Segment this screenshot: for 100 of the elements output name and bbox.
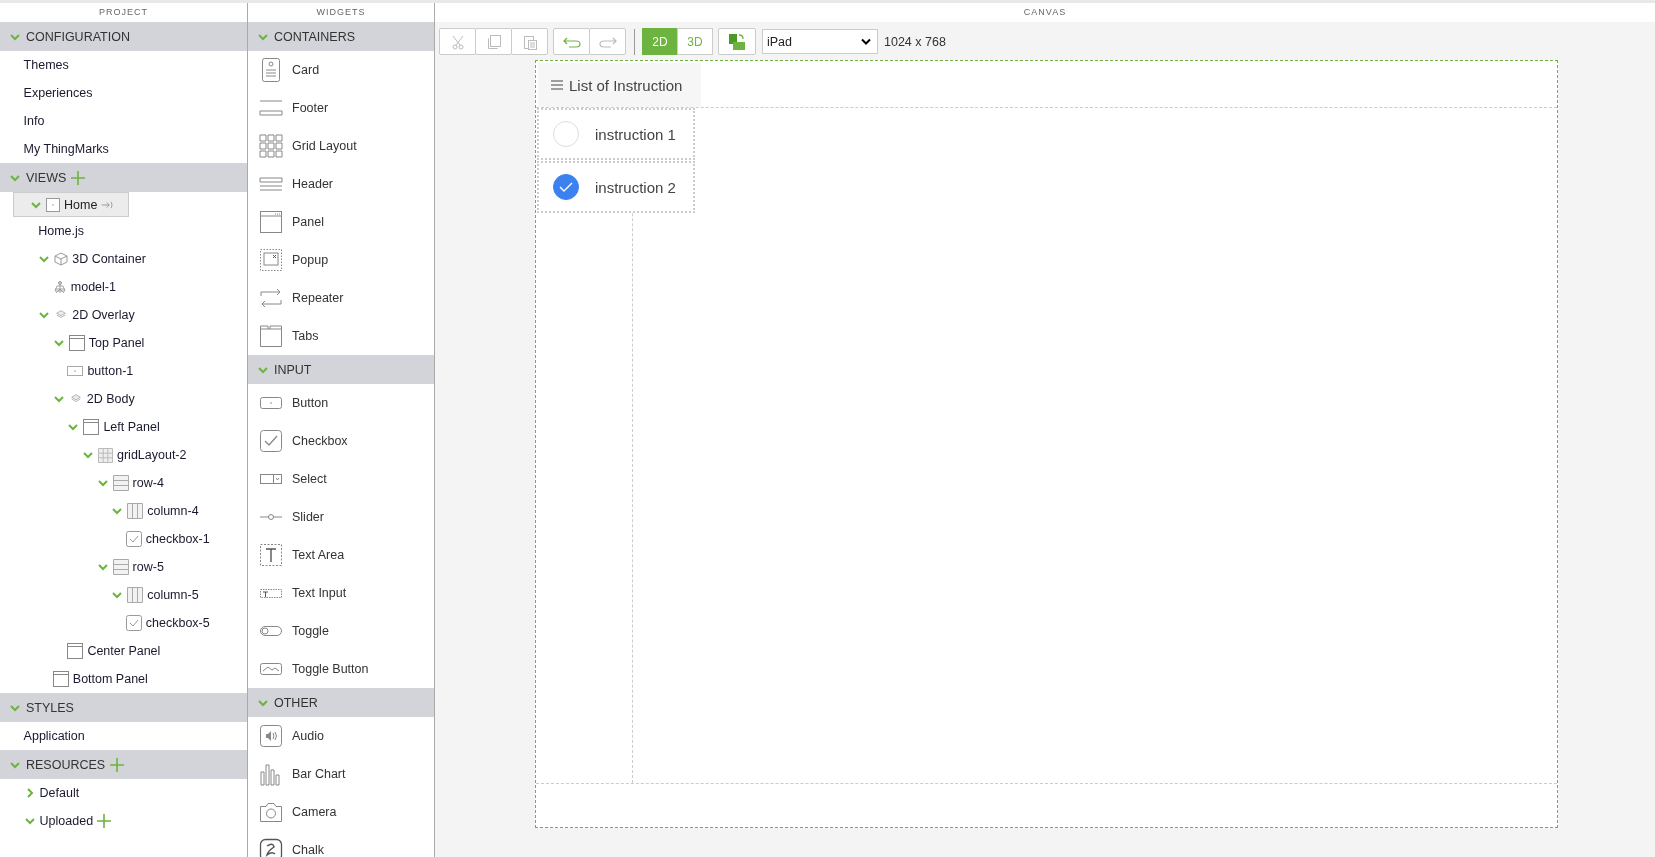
columns-icon [127, 503, 144, 519]
widget-item[interactable]: Slider [248, 498, 434, 536]
chevron-down-icon[interactable] [38, 309, 51, 321]
add-icon[interactable] [71, 170, 86, 185]
header-widget-icon [259, 177, 283, 191]
panel-title: CANVAS [435, 3, 1655, 22]
tree-item[interactable]: column-5 [0, 581, 247, 609]
widget-item[interactable]: Text Input [248, 574, 434, 612]
chalk-widget-icon [259, 838, 283, 857]
widget-item[interactable]: Audio [248, 717, 434, 755]
add-icon[interactable] [97, 814, 112, 828]
tree-item[interactable]: 2D Body [0, 385, 247, 413]
chevron-down-icon[interactable] [82, 449, 94, 461]
widget-item[interactable]: Button [248, 384, 434, 422]
widget-item[interactable]: Tabs [248, 317, 434, 355]
tree-item[interactable]: Bottom Panel [0, 665, 247, 693]
widget-item[interactable]: Repeater [248, 279, 434, 317]
panel-icon [52, 671, 69, 687]
tree-item[interactable]: column-4 [0, 497, 247, 525]
redo-icon [598, 35, 617, 48]
undo-icon [562, 35, 581, 48]
section-header[interactable]: OTHER [248, 688, 434, 717]
section-header[interactable]: CONFIGURATION [0, 22, 247, 51]
chevron-down-icon[interactable] [111, 505, 124, 517]
tree-item[interactable]: Experiences [0, 79, 247, 107]
toggle-widget-icon [259, 626, 283, 636]
widget-item[interactable]: Footer [248, 89, 434, 127]
tree-item[interactable]: button-1 [0, 357, 247, 385]
panel-icon [67, 643, 84, 659]
textarea-widget-icon [259, 543, 283, 567]
view-icon [46, 197, 60, 212]
checkbox-circle[interactable] [553, 174, 579, 200]
tree-item[interactable]: checkbox-5 [0, 609, 247, 637]
widget-item[interactable]: Toggle [248, 612, 434, 650]
repeater-widget-icon [259, 286, 283, 310]
widget-item[interactable]: Select [248, 460, 434, 498]
widget-item[interactable]: Popup [248, 241, 434, 279]
widget-item[interactable]: Chalk [248, 831, 434, 857]
tree-item[interactable]: 3D Container [0, 245, 247, 273]
tree-item[interactable]: checkbox-1 [0, 525, 247, 553]
tree-item[interactable]: Uploaded [0, 807, 247, 835]
tree-item[interactable]: Home [13, 192, 129, 217]
cube-icon [54, 252, 69, 266]
undo-button[interactable] [553, 28, 590, 55]
list-item[interactable]: instruction 1 [537, 108, 695, 160]
chevron-down-icon[interactable] [67, 421, 80, 433]
widget-item[interactable]: Camera [248, 793, 434, 831]
section-header[interactable]: RESOURCES [0, 750, 247, 779]
widget-item[interactable]: Bar Chart [248, 755, 434, 793]
textinput-widget-icon [259, 588, 283, 598]
chevron-down-icon[interactable] [52, 337, 65, 349]
tree-item[interactable]: Left Panel [0, 413, 247, 441]
chevron-down-icon[interactable] [23, 815, 36, 827]
chevron-down-icon[interactable] [111, 589, 124, 601]
device-select[interactable]: iPad [762, 29, 878, 54]
tree-item[interactable]: Default [0, 779, 247, 807]
tree-item[interactable]: Themes [0, 51, 247, 79]
widget-item[interactable]: Toggle Button [248, 650, 434, 688]
widget-item[interactable]: Panel [248, 203, 434, 241]
add-icon[interactable] [110, 757, 125, 772]
section-header[interactable]: VIEWS [0, 163, 247, 192]
grid-icon [98, 447, 113, 463]
widget-item[interactable]: Grid Layout [248, 127, 434, 165]
tree-item[interactable]: Top Panel [0, 329, 247, 357]
section-header[interactable]: CONTAINERS [248, 22, 434, 51]
widget-item[interactable]: Header [248, 165, 434, 203]
tree-item[interactable]: 2D Overlay [0, 301, 247, 329]
menu-icon[interactable] [551, 79, 563, 91]
slider-widget-icon [259, 513, 283, 521]
chevron-down-icon[interactable] [38, 253, 51, 265]
clipboard-icon [521, 33, 538, 50]
widget-item[interactable]: Checkbox [248, 422, 434, 460]
widget-item[interactable]: Card [248, 51, 434, 89]
tree-item[interactable]: gridLayout-2 [0, 441, 247, 469]
tree-item[interactable]: My ThingMarks [0, 135, 247, 163]
select-widget-icon [259, 474, 283, 484]
tree-item[interactable]: Info [0, 107, 247, 135]
item-label: instruction 2 [595, 178, 676, 196]
item-label: instruction 1 [595, 125, 676, 143]
chevron-down-icon[interactable] [96, 477, 109, 489]
orientation-button[interactable] [718, 28, 756, 55]
resolution-label: 1024 x 768 [884, 34, 946, 49]
checkbox-widget-icon [259, 429, 283, 453]
preview-title: List of Instruction [569, 76, 683, 94]
chevron-down-icon[interactable] [96, 561, 109, 573]
grid-widget-icon [259, 134, 283, 158]
tree-item[interactable]: Home.js [0, 217, 247, 245]
tree-item[interactable]: model-1 [0, 273, 247, 301]
tree-item[interactable]: Application [0, 722, 247, 750]
audio-widget-icon [259, 724, 283, 748]
section-header[interactable]: STYLES [0, 693, 247, 722]
widget-item[interactable]: Text Area [248, 536, 434, 574]
chevron-down-icon[interactable] [52, 393, 65, 405]
button-widget-icon [259, 397, 283, 409]
button-icon [67, 366, 84, 376]
tree-item[interactable]: row-4 [0, 469, 247, 497]
list-item[interactable]: instruction 2 [537, 161, 695, 213]
section-header[interactable]: INPUT [248, 355, 434, 384]
tree-item[interactable]: row-5 [0, 553, 247, 581]
tree-item[interactable]: Center Panel [0, 637, 247, 665]
